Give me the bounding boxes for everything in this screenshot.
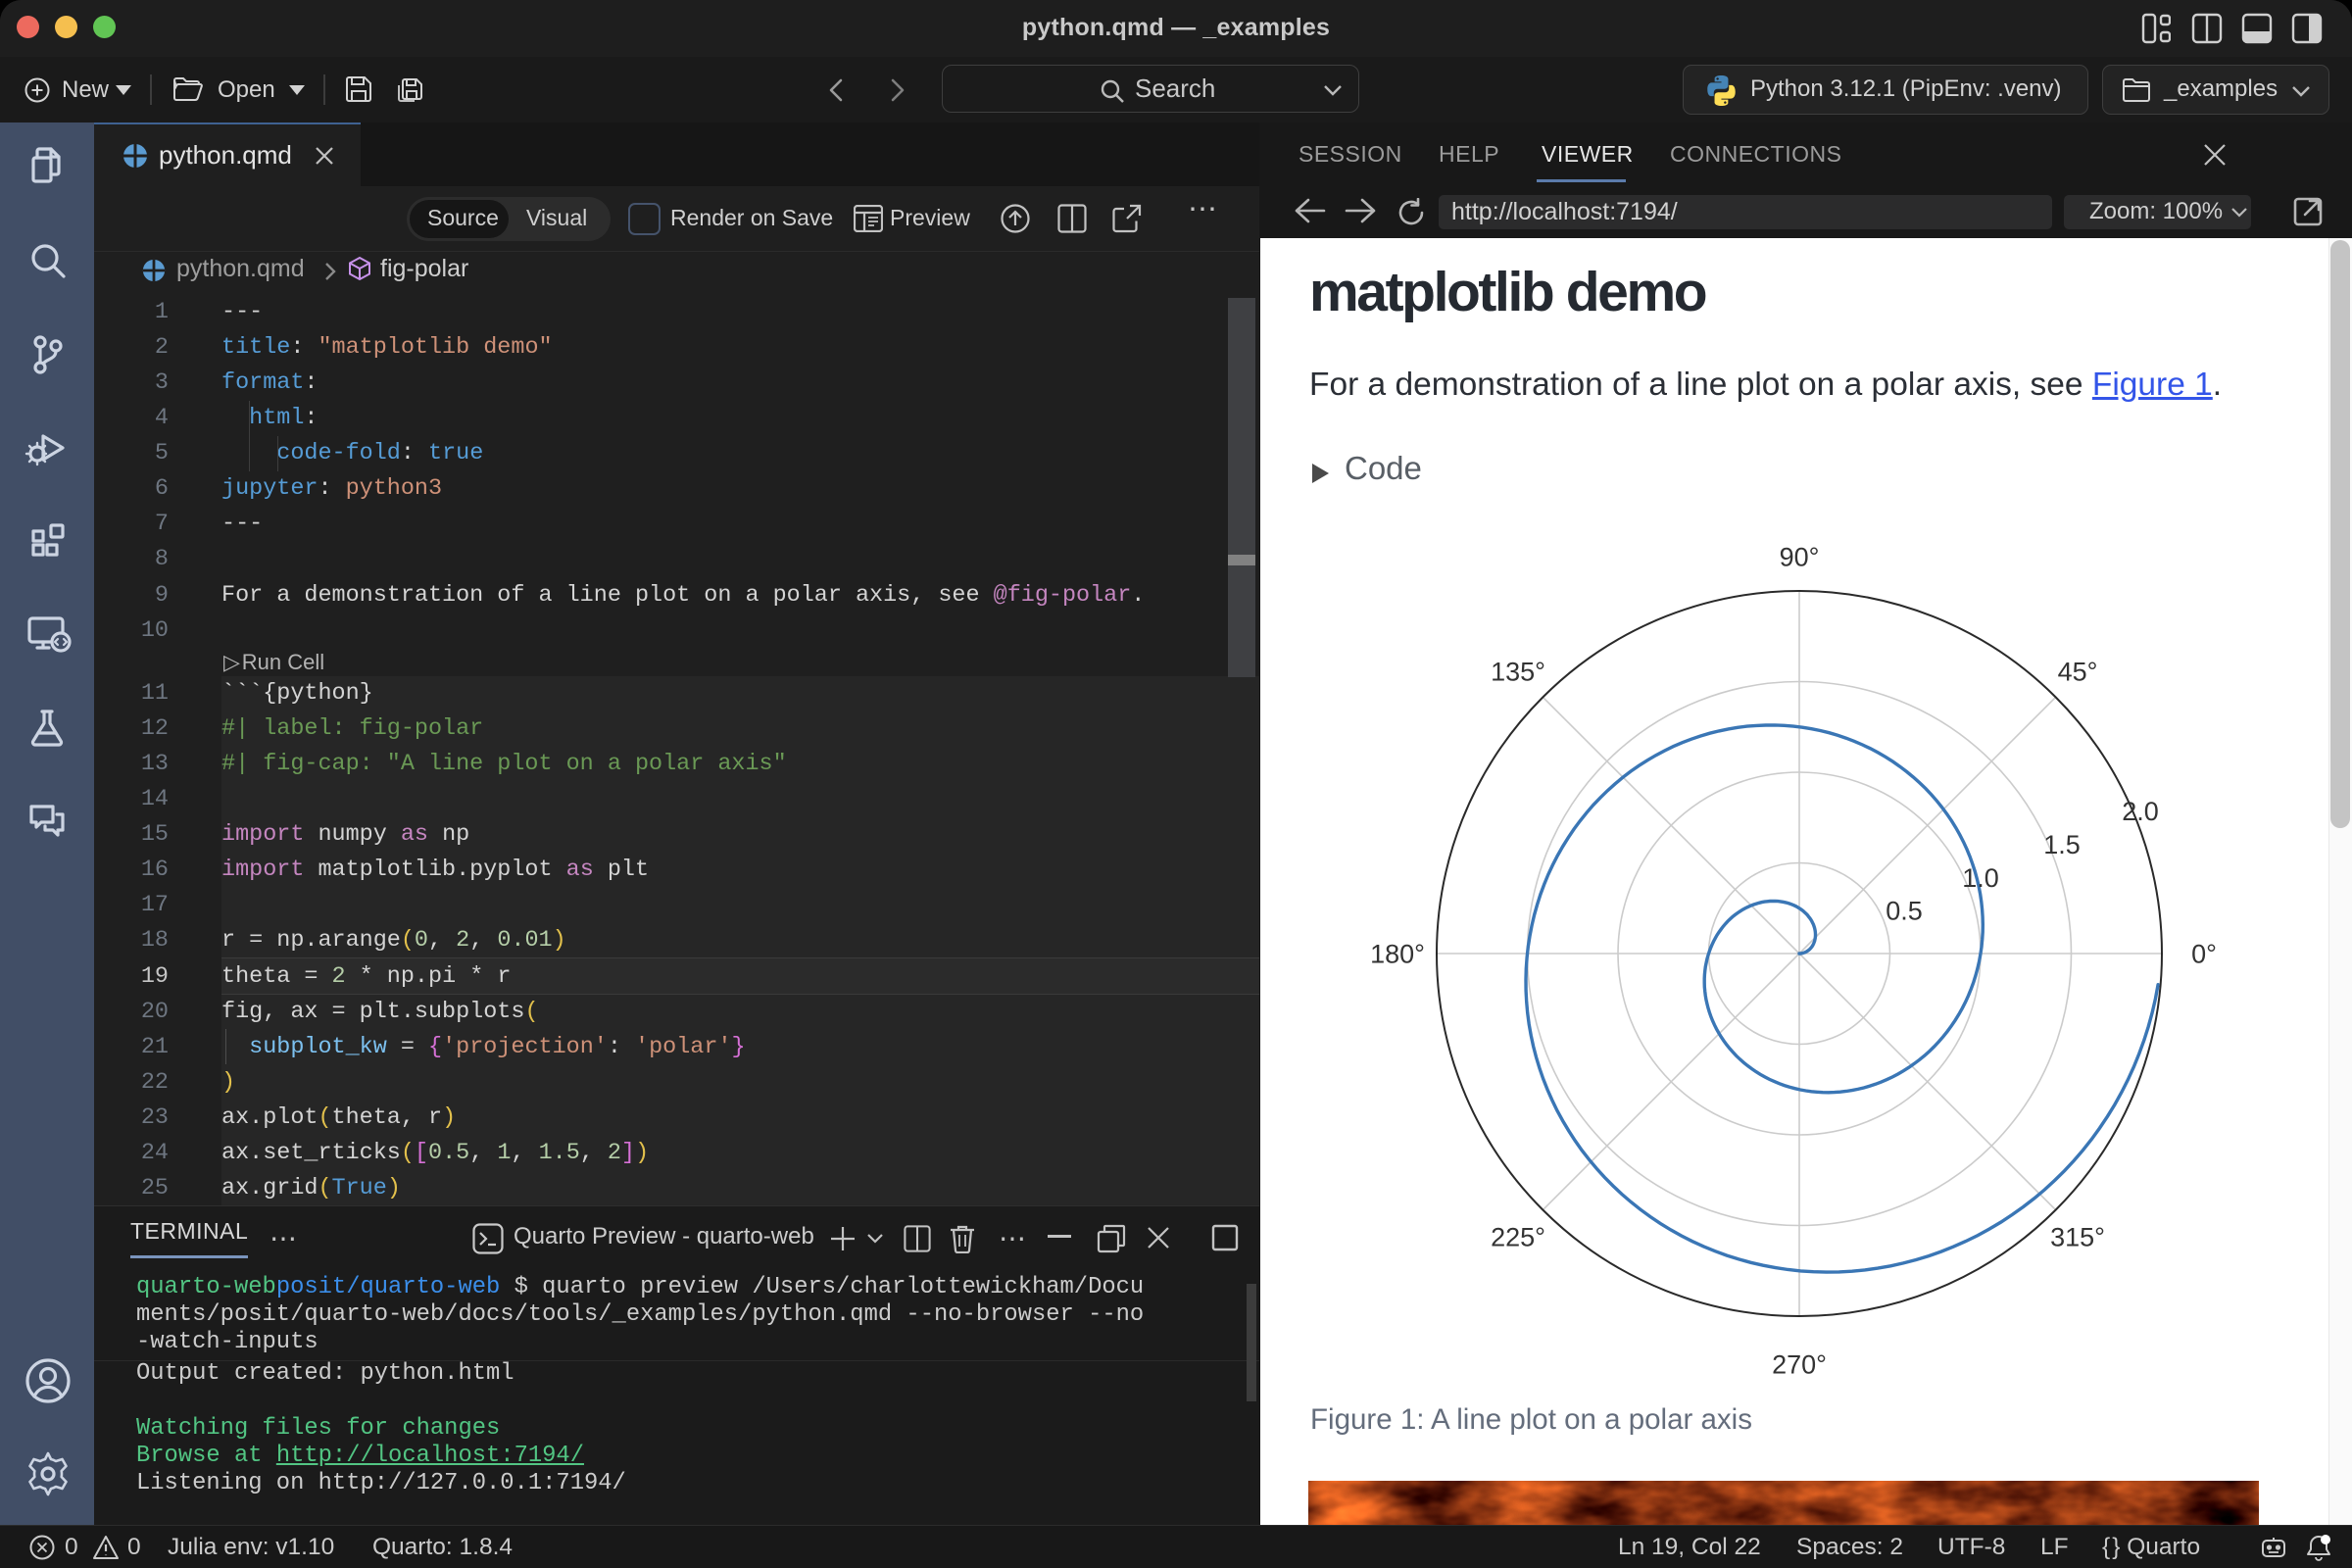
- svg-text:90°: 90°: [1780, 543, 1820, 572]
- svg-text:135°: 135°: [1491, 658, 1545, 687]
- svg-text:1.5: 1.5: [2043, 830, 2081, 859]
- svg-text:225°: 225°: [1491, 1223, 1545, 1252]
- svg-text:1.0: 1.0: [1962, 863, 1999, 893]
- svg-text:0.5: 0.5: [1886, 897, 1923, 926]
- svg-text:315°: 315°: [2050, 1223, 2105, 1252]
- svg-text:180°: 180°: [1370, 940, 1425, 969]
- svg-text:270°: 270°: [1772, 1350, 1827, 1380]
- svg-text:45°: 45°: [2058, 658, 2098, 687]
- svg-text:0°: 0°: [2191, 940, 2217, 969]
- svg-text:2.0: 2.0: [2122, 797, 2159, 826]
